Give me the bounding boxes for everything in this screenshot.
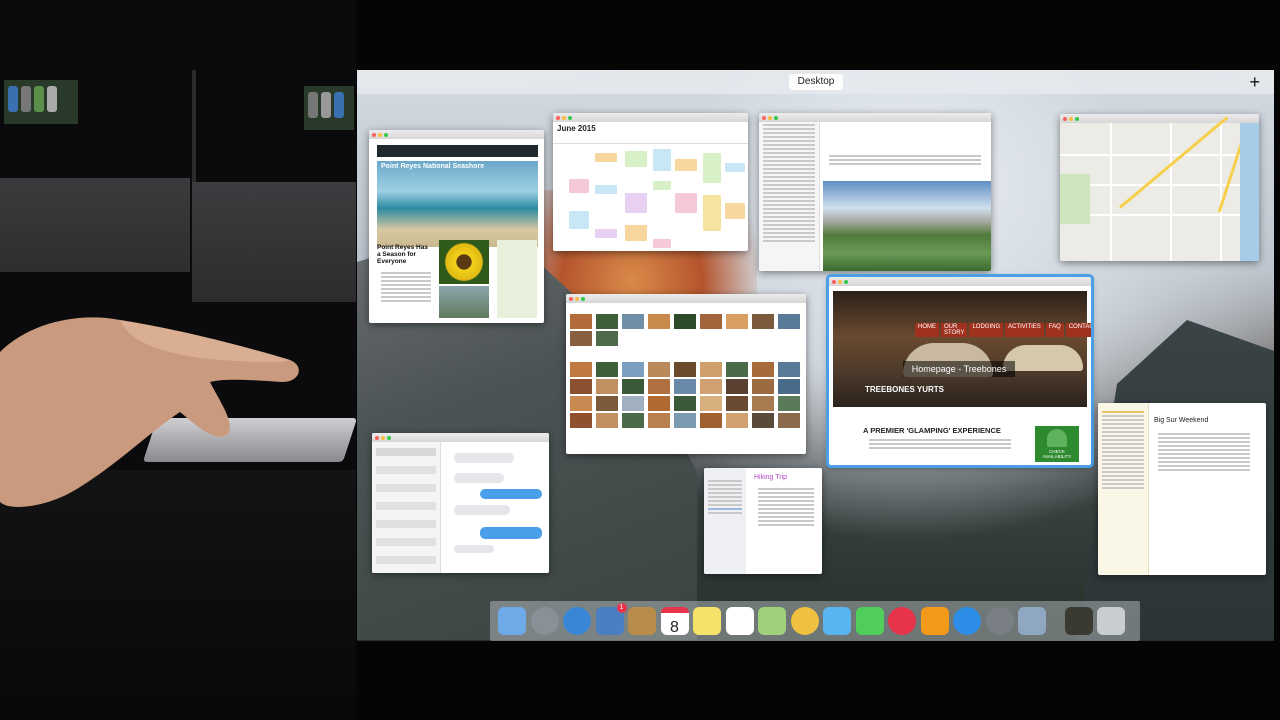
stage-photo bbox=[0, 0, 356, 720]
dock: 18 bbox=[490, 601, 1140, 641]
nav-home[interactable]: HOME bbox=[915, 323, 939, 337]
contacts-icon[interactable] bbox=[628, 607, 656, 635]
note-title: Big Sur Weekend bbox=[1154, 417, 1209, 424]
stage-screen-left bbox=[4, 80, 78, 124]
sunflower-image bbox=[439, 240, 489, 284]
reminders-icon[interactable] bbox=[725, 607, 754, 635]
window-titlebar bbox=[369, 130, 544, 139]
desktop-space-label[interactable]: Desktop bbox=[789, 74, 843, 90]
window-titlebar bbox=[553, 113, 748, 122]
window-titlebar bbox=[829, 277, 1091, 286]
messages-window[interactable] bbox=[372, 433, 549, 573]
mail-badge: 1 bbox=[616, 603, 627, 613]
system-preferences-icon[interactable] bbox=[985, 607, 1014, 635]
reminders-window[interactable]: Hiking Trip bbox=[704, 468, 822, 574]
reminders-items bbox=[754, 486, 818, 528]
landscape-image bbox=[439, 286, 489, 318]
nav-our-story[interactable]: OUR STORY bbox=[941, 323, 968, 337]
finder-icon[interactable] bbox=[498, 607, 526, 635]
stage-panel bbox=[0, 178, 190, 272]
spaces-bar: Desktop + bbox=[357, 70, 1274, 94]
notes-icon[interactable] bbox=[693, 607, 721, 635]
calendar-window[interactable]: June 2015 bbox=[553, 113, 748, 251]
mail-window[interactable]: Point Reyes National Seashore Point Reye… bbox=[369, 130, 544, 323]
sidebar-box bbox=[497, 240, 537, 318]
photo-grid-top bbox=[566, 303, 806, 347]
maps-window[interactable] bbox=[1060, 114, 1259, 261]
site-body-text bbox=[865, 437, 1015, 451]
nav-faq[interactable]: FAQ bbox=[1045, 323, 1064, 337]
messages-icon[interactable] bbox=[823, 607, 851, 635]
reminders-sidebar bbox=[704, 468, 746, 574]
trash-icon[interactable] bbox=[1097, 607, 1125, 635]
safari-icon[interactable] bbox=[563, 607, 591, 635]
site-tagline: A PREMIER 'GLAMPING' EXPERIENCE bbox=[863, 426, 1001, 435]
launchpad-icon[interactable] bbox=[530, 607, 559, 635]
newsletter-banner bbox=[377, 145, 538, 157]
window-titlebar bbox=[1060, 114, 1259, 123]
photo-folder-icon[interactable] bbox=[1064, 607, 1093, 635]
notes-list bbox=[1098, 403, 1149, 575]
newsletter-hero-image: Point Reyes National Seashore bbox=[377, 161, 538, 247]
photos-icon[interactable] bbox=[790, 607, 819, 635]
window-titlebar bbox=[372, 433, 549, 442]
site-name: TREEBONES YURTS bbox=[865, 385, 944, 394]
add-space-button[interactable]: + bbox=[1249, 71, 1260, 93]
mail-icon[interactable]: 1 bbox=[595, 603, 627, 635]
nav-lodging[interactable]: LODGING bbox=[969, 323, 1004, 337]
photo-grid-bottom bbox=[566, 347, 806, 429]
nav-activities[interactable]: ACTIVITIES bbox=[1005, 323, 1044, 337]
safari-window[interactable]: HOME OUR STORY LODGING ACTIVITIES FAQ CO… bbox=[826, 274, 1094, 468]
mail-message-window[interactable] bbox=[759, 113, 991, 271]
preview-icon[interactable] bbox=[1018, 607, 1046, 635]
photos-window[interactable] bbox=[566, 294, 806, 454]
article-text bbox=[377, 270, 435, 304]
window-titlebar bbox=[759, 113, 991, 122]
nav-contact[interactable]: CONTACT bbox=[1065, 323, 1091, 337]
site-nav: HOME OUR STORY LODGING ACTIVITIES FAQ CO… bbox=[915, 323, 1091, 337]
message-text bbox=[825, 153, 985, 167]
presenter-hand bbox=[0, 317, 299, 507]
calendar-month: June 2015 bbox=[557, 124, 596, 133]
itunes-icon[interactable] bbox=[888, 607, 916, 635]
mission-control-desktop: Desktop + Point Reyes National Seashore … bbox=[357, 70, 1274, 641]
article-headline: Point Reyes Has a Season for Everyone bbox=[377, 244, 428, 265]
maps-icon[interactable] bbox=[758, 607, 786, 635]
ibooks-icon[interactable] bbox=[920, 607, 949, 635]
notes-window[interactable]: Big Sur Weekend bbox=[1098, 403, 1266, 575]
stage-screen-right bbox=[304, 86, 354, 130]
conversation-list bbox=[372, 442, 441, 573]
note-body bbox=[1154, 431, 1254, 473]
newsletter-title: Point Reyes National Seashore bbox=[381, 163, 485, 170]
message-list bbox=[759, 122, 820, 271]
app-store-icon[interactable] bbox=[953, 607, 981, 635]
window-title-overlay: Homepage - Treebones bbox=[903, 361, 1015, 377]
mountain-photo bbox=[823, 181, 991, 271]
check-availability-button[interactable]: CHECK AVAILABILITY bbox=[1035, 426, 1079, 462]
reminders-list-title: Hiking Trip bbox=[754, 474, 788, 481]
facetime-icon[interactable] bbox=[855, 607, 884, 635]
window-titlebar bbox=[566, 294, 806, 303]
calendar-icon[interactable]: 8 bbox=[660, 607, 689, 636]
stage-panel bbox=[192, 182, 356, 302]
